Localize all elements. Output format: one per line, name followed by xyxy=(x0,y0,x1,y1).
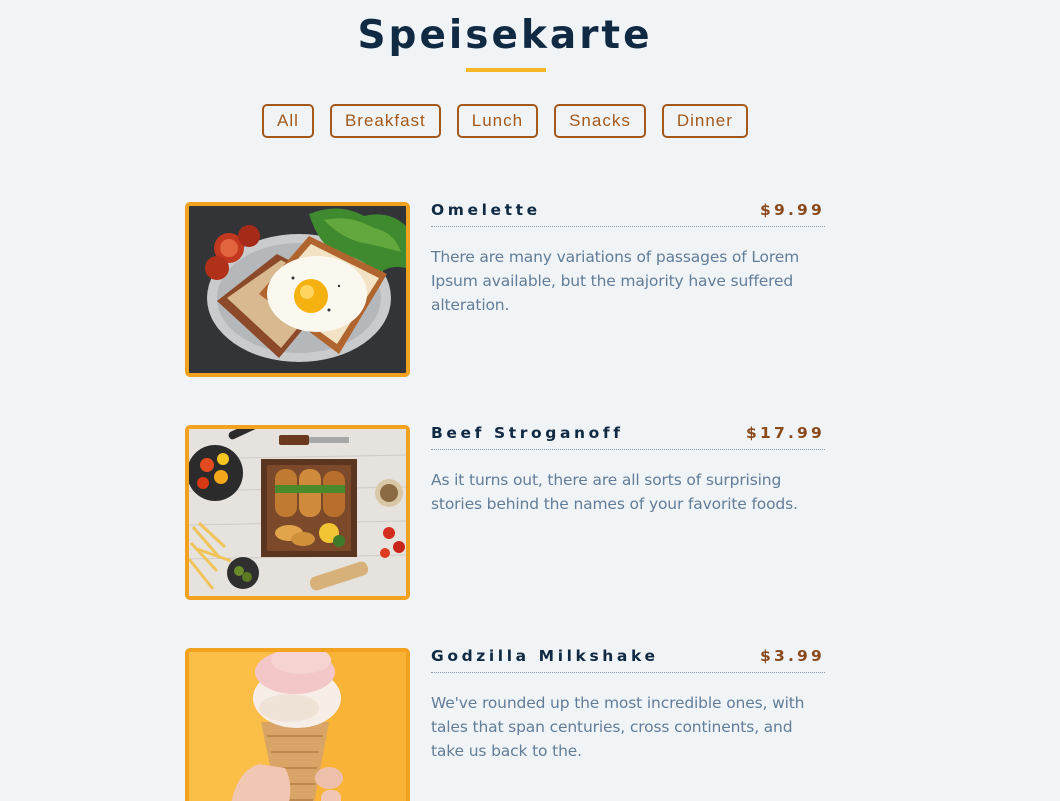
menu-item-price: $3.99 xyxy=(759,647,825,665)
filter-breakfast-button[interactable]: Breakfast xyxy=(329,104,441,138)
menu-item-header: Omelette $9.99 xyxy=(431,201,825,227)
menu-item-description: There are many variations of passages of… xyxy=(431,248,800,314)
menu-item-info: Godzilla Milkshake $3.99 We've rounded u… xyxy=(431,647,825,763)
menu-item-info: Beef Stroganoff $17.99 As it turns out, … xyxy=(431,424,825,516)
filter-bar: All Breakfast Lunch Snacks Dinner xyxy=(0,104,1010,138)
menu-item-price: $9.99 xyxy=(759,201,825,219)
menu-item-name: Beef Stroganoff xyxy=(431,424,624,442)
filter-dinner-button[interactable]: Dinner xyxy=(661,104,748,138)
menu-item-name: Omelette xyxy=(431,201,541,219)
filter-lunch-button[interactable]: Lunch xyxy=(456,104,539,138)
beef-stroganoff-image xyxy=(189,429,406,596)
menu-item-price: $17.99 xyxy=(745,424,825,442)
menu-item-description: As it turns out, there are all sorts of … xyxy=(431,471,798,513)
menu-item-photo xyxy=(185,425,410,600)
menu-item: Godzilla Milkshake $3.99 We've rounded u… xyxy=(185,647,825,801)
menu-item-photo xyxy=(185,202,410,377)
filter-snacks-button[interactable]: Snacks xyxy=(554,104,646,138)
menu-item-info: Omelette $9.99 There are many variations… xyxy=(431,201,825,317)
title-underline xyxy=(466,68,546,72)
milkshake-cone-image xyxy=(189,652,406,801)
menu-item-description: We've rounded up the most incredible one… xyxy=(431,694,805,760)
filter-all-button[interactable]: All xyxy=(262,104,314,138)
title-wrap: Speisekarte xyxy=(0,12,1010,60)
menu-page: Speisekarte All Breakfast Lunch Snacks D… xyxy=(0,0,1060,801)
menu-item-header: Godzilla Milkshake $3.99 xyxy=(431,647,825,673)
menu-item-name: Godzilla Milkshake xyxy=(431,647,659,665)
omelette-toast-image xyxy=(189,206,406,373)
menu-item-photo xyxy=(185,648,410,801)
menu-item: Omelette $9.99 There are many variations… xyxy=(185,201,825,377)
menu-item: Beef Stroganoff $17.99 As it turns out, … xyxy=(185,424,825,600)
menu-item-header: Beef Stroganoff $17.99 xyxy=(431,424,825,450)
page-title: Speisekarte xyxy=(357,13,653,58)
